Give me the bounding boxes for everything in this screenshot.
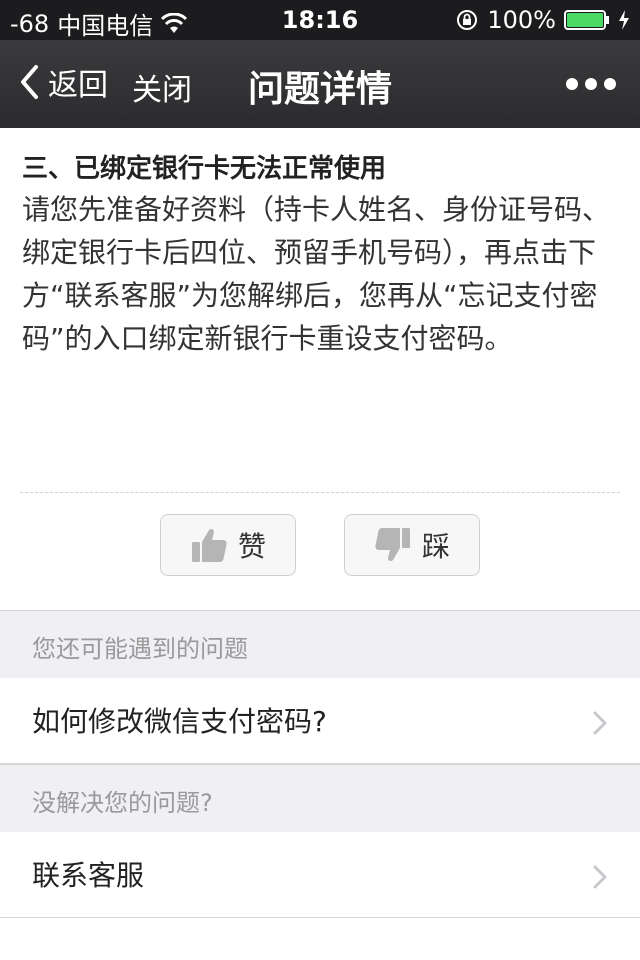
rotation-lock-icon [457, 10, 478, 30]
article-body: 请您先准备好资料（持卡人姓名、身份证号码、绑定银行卡后四位、预留手机号码），再点… [22, 193, 611, 355]
close-button[interactable]: 关闭 [132, 65, 192, 109]
dislike-label: 踩 [421, 530, 450, 563]
chevron-right-icon [593, 711, 607, 735]
like-button[interactable]: 赞 [160, 514, 296, 576]
navigation-bar: 返回 关闭 问题详情 [0, 40, 640, 128]
back-label: 返回 [48, 68, 108, 103]
more-button[interactable] [566, 70, 616, 98]
unsolved-section-header: 没解决您的问题? [0, 764, 640, 832]
battery-icon [564, 10, 609, 30]
related-section-header: 您还可能遇到的问题 [0, 610, 640, 678]
related-question-row[interactable]: 如何修改微信支付密码? [0, 680, 640, 764]
contact-support-label: 联系客服 [32, 859, 145, 892]
status-bar: -68 中国电信 18:16 100% [0, 0, 640, 40]
status-right: 100% [455, 6, 630, 34]
charging-bolt-icon [619, 10, 629, 30]
like-label: 赞 [237, 530, 266, 563]
more-dot [585, 78, 597, 90]
dashed-divider [20, 492, 620, 493]
related-question-label: 如何修改微信支付密码? [32, 705, 327, 738]
chevron-left-icon [21, 65, 38, 99]
thumbs-down-icon [375, 528, 410, 562]
more-dot [566, 78, 578, 90]
chevron-right-icon [593, 865, 607, 889]
back-button[interactable]: 返回 [18, 60, 108, 104]
battery-percent: 100% [487, 6, 556, 34]
article-heading: 三、已绑定银行卡无法正常使用 [22, 154, 387, 184]
dislike-button[interactable]: 踩 [344, 514, 480, 576]
more-dot [604, 78, 616, 90]
thumbs-up-icon [191, 528, 227, 562]
article-content: 三、已绑定银行卡无法正常使用 请您先准备好资料（持卡人姓名、身份证号码、绑定银行… [0, 128, 640, 610]
contact-support-row[interactable]: 联系客服 [0, 834, 640, 918]
